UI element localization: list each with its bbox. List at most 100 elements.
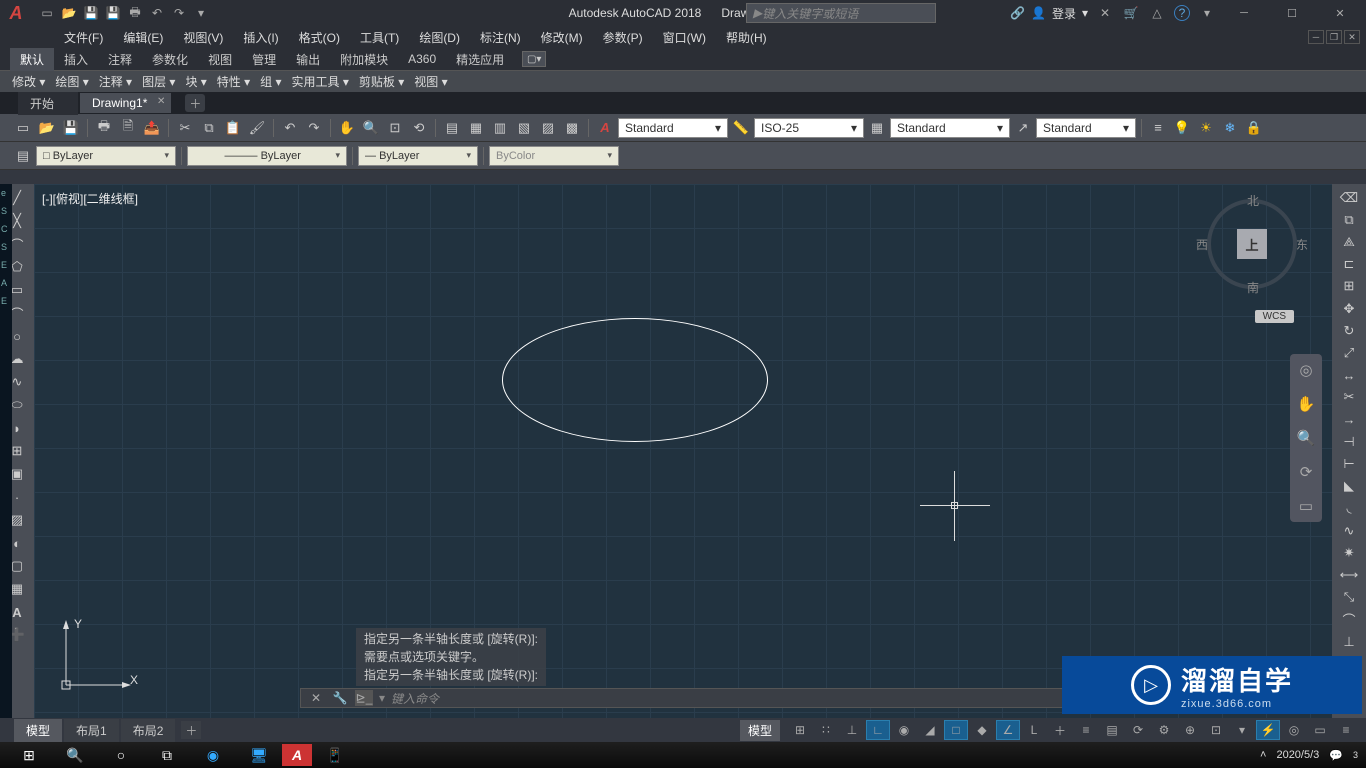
dim-aligned-icon[interactable]: ⤡ xyxy=(1338,588,1360,607)
mdi-restore-button[interactable]: ❐ xyxy=(1326,30,1342,44)
tb-cut-icon[interactable]: ✂ xyxy=(174,117,196,139)
viewcube-north[interactable]: 北 xyxy=(1247,192,1259,209)
menu-帮助h[interactable]: 帮助(H) xyxy=(718,27,775,48)
viewcube-west[interactable]: 西 xyxy=(1196,236,1208,253)
array-tool-icon[interactable]: ⊞ xyxy=(1338,277,1360,296)
cmd-prompt-icon[interactable]: ⊵_ xyxy=(355,690,373,706)
tb-light-icon[interactable]: 💡 xyxy=(1171,117,1193,139)
explode-tool-icon[interactable]: ✷ xyxy=(1338,543,1360,562)
wcs-badge[interactable]: WCS xyxy=(1255,310,1294,323)
ribbon-tab-7[interactable]: 附加模块 xyxy=(330,48,398,71)
taskview-icon[interactable]: ⧉ xyxy=(144,742,190,768)
menu-窗口w[interactable]: 窗口(W) xyxy=(655,27,714,48)
viewport-label[interactable]: [-][俯视][二维线框] xyxy=(42,190,138,207)
start-tab[interactable]: 开始 xyxy=(18,92,78,115)
menu-文件f[interactable]: 文件(F) xyxy=(56,27,111,48)
annomon-icon[interactable]: ⊕ xyxy=(1178,720,1202,740)
workspace-icon[interactable]: ⚙ xyxy=(1152,720,1176,740)
search-task-icon[interactable]: 🔍 xyxy=(52,742,98,768)
help-dropdown-icon[interactable]: ▾ xyxy=(1198,4,1216,22)
tb-qcalc-icon[interactable]: ▩ xyxy=(561,117,583,139)
mleader-style-icon[interactable]: ↗ xyxy=(1012,117,1034,139)
mirror-tool-icon[interactable]: ⟁ xyxy=(1338,232,1360,251)
layer-dropdown[interactable]: □ ByLayer▾ xyxy=(36,146,176,166)
qat-dropdown-icon[interactable]: ▾ xyxy=(192,4,210,22)
custom-icon[interactable]: ≡ xyxy=(1334,720,1358,740)
minimize-button[interactable]: ─ xyxy=(1224,0,1264,26)
units-icon[interactable]: ⊡ xyxy=(1204,720,1228,740)
tb-preview-icon[interactable]: 🗎 xyxy=(117,117,139,139)
snap-toggle-icon[interactable]: ∷ xyxy=(814,720,838,740)
notification-icon[interactable]: 💬 xyxy=(1329,749,1343,762)
copy-tool-icon[interactable]: ⧉ xyxy=(1338,210,1360,229)
ribbon-tab-3[interactable]: 参数化 xyxy=(142,48,198,71)
panel-3[interactable]: 图层 ▾ xyxy=(142,73,175,90)
cmd-customize-icon[interactable]: ✕ xyxy=(307,690,325,706)
ribbon-tab-1[interactable]: 插入 xyxy=(54,48,98,71)
add-tab-button[interactable]: ＋ xyxy=(185,94,205,112)
layout-tab-0[interactable]: 模型 xyxy=(14,719,62,742)
panel-1[interactable]: 绘图 ▾ xyxy=(55,73,88,90)
table-style-icon[interactable]: ▦ xyxy=(866,117,888,139)
tb-copy-icon[interactable]: ⧉ xyxy=(198,117,220,139)
help-icon[interactable]: ? xyxy=(1174,5,1190,21)
linetype-dropdown[interactable]: ——— ByLayer▾ xyxy=(187,146,347,166)
fillet-tool-icon[interactable]: ◟ xyxy=(1338,499,1360,518)
tb-undo2-icon[interactable]: ↶ xyxy=(279,117,301,139)
tb-props-icon[interactable]: ▤ xyxy=(441,117,463,139)
user-icon[interactable]: 👤 xyxy=(1031,6,1046,20)
mdi-close-button[interactable]: ✕ xyxy=(1344,30,1360,44)
tb-tpalette-icon[interactable]: ▥ xyxy=(489,117,511,139)
polar-toggle-icon[interactable]: ◉ xyxy=(892,720,916,740)
menu-绘图d[interactable]: 绘图(D) xyxy=(411,27,468,48)
tb-print-icon[interactable]: 🖶 xyxy=(93,117,115,139)
hwacc-icon[interactable]: ⚡ xyxy=(1256,720,1280,740)
login-dropdown-icon[interactable]: ▾ xyxy=(1082,6,1088,20)
tb-zoom-icon[interactable]: 🔍 xyxy=(360,117,382,139)
scale-tool-icon[interactable]: ⤢ xyxy=(1338,343,1360,362)
autocad-app-icon[interactable]: A xyxy=(0,0,32,26)
tb-pan-icon[interactable]: ✋ xyxy=(336,117,358,139)
viewcube[interactable]: 上 北 南 东 西 xyxy=(1202,194,1302,294)
viewcube-south[interactable]: 南 xyxy=(1247,279,1259,296)
chamfer-tool-icon[interactable]: ◣ xyxy=(1338,477,1360,496)
iso-toggle-icon[interactable]: ◢ xyxy=(918,720,942,740)
tb-match-icon[interactable]: 🖌 xyxy=(246,117,268,139)
ribbon-expand-button[interactable]: ▢▾ xyxy=(522,51,546,67)
ribbon-tab-6[interactable]: 输出 xyxy=(286,48,330,71)
taskbar-date[interactable]: 2020/5/3 xyxy=(1276,749,1319,761)
nav-show-icon[interactable]: ▭ xyxy=(1294,494,1318,518)
ribbon-tab-8[interactable]: A360 xyxy=(398,49,446,69)
tb-lock-icon[interactable]: 🔒 xyxy=(1243,117,1265,139)
panel-5[interactable]: 特性 ▾ xyxy=(217,73,250,90)
otrack-toggle-icon[interactable]: ∠ xyxy=(996,720,1020,740)
text-style-icon[interactable]: A xyxy=(594,117,616,139)
add-layout-button[interactable]: ＋ xyxy=(181,721,201,739)
autocad-task-icon[interactable]: A xyxy=(282,744,312,766)
menu-工具t[interactable]: 工具(T) xyxy=(352,27,407,48)
dyn-toggle-icon[interactable]: ＋ xyxy=(1048,720,1072,740)
ribbon-tab-2[interactable]: 注释 xyxy=(98,48,142,71)
ribbon-tab-0[interactable]: 默认 xyxy=(10,48,54,71)
layout-tab-2[interactable]: 布局2 xyxy=(121,719,176,742)
panel-0[interactable]: 修改 ▾ xyxy=(12,73,45,90)
ducs-toggle-icon[interactable]: L xyxy=(1022,720,1046,740)
qat-open-icon[interactable]: 📂 xyxy=(60,4,78,22)
tb-paste-icon[interactable]: 📋 xyxy=(222,117,244,139)
panel-9[interactable]: 视图 ▾ xyxy=(414,73,447,90)
dim-ord-icon[interactable]: ⊥ xyxy=(1338,632,1360,651)
mdi-minimize-button[interactable]: ─ xyxy=(1308,30,1324,44)
ribbon-tab-9[interactable]: 精选应用 xyxy=(446,48,514,71)
tb-freeze-icon[interactable]: ❄ xyxy=(1219,117,1241,139)
ribbon-tab-5[interactable]: 管理 xyxy=(242,48,286,71)
exchange-icon[interactable]: ✕ xyxy=(1096,4,1114,22)
ribbon-tab-4[interactable]: 视图 xyxy=(198,48,242,71)
space-toggle[interactable]: 模型 xyxy=(740,720,780,741)
layer-props-icon[interactable]: ▤ xyxy=(12,145,34,167)
close-button[interactable]: ✕ xyxy=(1320,0,1360,26)
qat-plot-icon[interactable]: 🖶 xyxy=(126,4,144,22)
dim-style-dropdown[interactable]: ISO-25▾ xyxy=(754,118,864,138)
menu-参数p[interactable]: 参数(P) xyxy=(595,27,651,48)
cortana-icon[interactable]: ○ xyxy=(98,742,144,768)
qat-new-icon[interactable]: ▭ xyxy=(38,4,56,22)
